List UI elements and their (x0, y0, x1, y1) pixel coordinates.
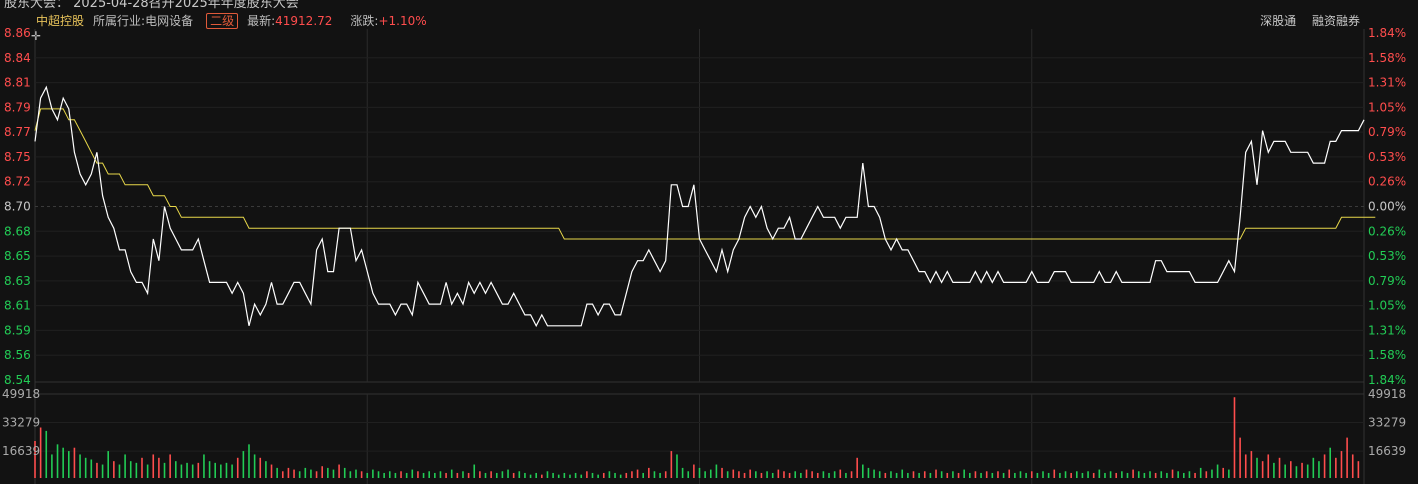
price-tick-label: 8.81 (4, 76, 31, 90)
percent-tick-label: 0.26% (1368, 224, 1406, 238)
price-tick-label: 8.70 (4, 200, 31, 214)
volume-tick-label: 16639 (1368, 444, 1406, 458)
price-tick-label: 8.75 (4, 150, 31, 164)
percent-tick-label: 0.79% (1368, 125, 1406, 139)
volume-tick-label: 33279 (2, 416, 40, 430)
change-value: +1.10% (378, 14, 427, 28)
latest-label-text: 最新: (247, 14, 276, 28)
price-tick-label: 8.54 (4, 373, 31, 387)
shareholder-meeting-notice[interactable]: 股东大会： 2025-04-28召开2025年年度股东大会 (4, 0, 299, 11)
volume-tick-label: 16639 (2, 444, 40, 458)
percent-tick-label: 1.58% (1368, 51, 1406, 65)
stock-info-bar: 中超控股 所属行业:电网设备 二级 最新:41912.72 涨跌:+1.10% (36, 12, 445, 29)
stock-name[interactable]: 中超控股 (36, 12, 84, 29)
percent-tick-label: 1.31% (1368, 76, 1406, 90)
shenzhen-connect-button[interactable]: 深股通 (1260, 14, 1296, 28)
price-tick-label: 8.65 (4, 249, 31, 263)
percent-tick-label: 0.53% (1368, 150, 1406, 164)
percent-tick-label: 0.26% (1368, 175, 1406, 189)
volume-tick-label: 49918 (2, 387, 40, 401)
price-tick-label: 8.72 (4, 175, 31, 189)
percent-tick-label: 1.05% (1368, 299, 1406, 313)
price-tick-label: 8.68 (4, 224, 31, 238)
avg-price-line (34, 108, 1376, 240)
right-buttons: 深股通 融资融券 (1248, 12, 1360, 29)
percent-tick-label: 0.53% (1368, 249, 1406, 263)
latest-label: 最新:41912.72 (247, 12, 341, 29)
chart-header: 股东大会： 2025-04-28召开2025年年度股东大会 中超控股 所属行业:… (0, 0, 1418, 30)
volume-tick-label: 49918 (1368, 387, 1406, 401)
industry-label-text: 所属行业: (93, 14, 146, 28)
intraday-chart[interactable]: 8.868.848.818.798.778.758.728.708.688.65… (0, 0, 1418, 484)
price-tick-label: 8.63 (4, 274, 31, 288)
percent-tick-label: 1.05% (1368, 100, 1406, 114)
change-label-text: 涨跌: (350, 14, 379, 28)
industry-name[interactable]: 电网设备 (145, 14, 193, 28)
volume-tick-label: 33279 (1368, 416, 1406, 430)
price-tick-label: 8.84 (4, 51, 31, 65)
percent-tick-label: 1.84% (1368, 373, 1406, 387)
latest-value: 41912.72 (275, 14, 333, 28)
percent-tick-label: 0.00% (1368, 200, 1406, 214)
price-tick-label: 8.79 (4, 100, 31, 114)
industry-level-badge[interactable]: 二级 (206, 12, 239, 29)
crosshair-icon[interactable]: ✛ (31, 30, 41, 42)
percent-tick-label: 1.58% (1368, 348, 1406, 362)
price-tick-label: 8.59 (4, 323, 31, 337)
percent-tick-label: 1.31% (1368, 323, 1406, 337)
price-tick-label: 8.61 (4, 299, 31, 313)
price-tick-label: 8.56 (4, 348, 31, 362)
change-label: 涨跌:+1.10% (350, 12, 435, 29)
industry-label: 所属行业:电网设备 (93, 12, 197, 29)
price-tick-label: 8.77 (4, 125, 31, 139)
percent-tick-label: 0.79% (1368, 274, 1406, 288)
margin-trading-button[interactable]: 融资融券 (1312, 14, 1360, 28)
